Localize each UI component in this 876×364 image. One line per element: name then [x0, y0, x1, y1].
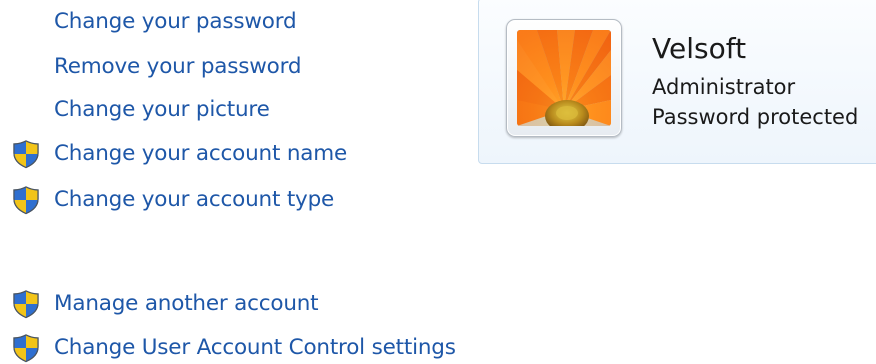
- change-account-type-link[interactable]: Change your account type: [54, 183, 334, 217]
- change-account-name-link[interactable]: Change your account name: [54, 137, 347, 171]
- change-password-link[interactable]: Change your password: [54, 5, 297, 39]
- remove-password-link[interactable]: Remove your password: [54, 50, 302, 84]
- change-picture-link[interactable]: Change your picture: [54, 93, 270, 127]
- flower-picture-icon: [517, 30, 611, 126]
- change-uac-settings-link[interactable]: Change User Account Control settings: [54, 331, 456, 364]
- account-type: Administrator: [652, 75, 796, 99]
- account-name: Velsoft: [652, 32, 747, 65]
- uac-shield-icon: [13, 334, 39, 363]
- uac-shield-icon: [13, 140, 39, 169]
- user-accounts-page: Change your password Remove your passwor…: [0, 0, 876, 364]
- manage-another-account-link[interactable]: Manage another account: [54, 287, 319, 321]
- uac-shield-icon: [13, 186, 39, 215]
- uac-shield-icon: [13, 290, 39, 319]
- avatar: [506, 19, 622, 137]
- password-status: Password protected: [652, 105, 859, 129]
- account-summary-panel: Velsoft Administrator Password protected: [478, 0, 876, 164]
